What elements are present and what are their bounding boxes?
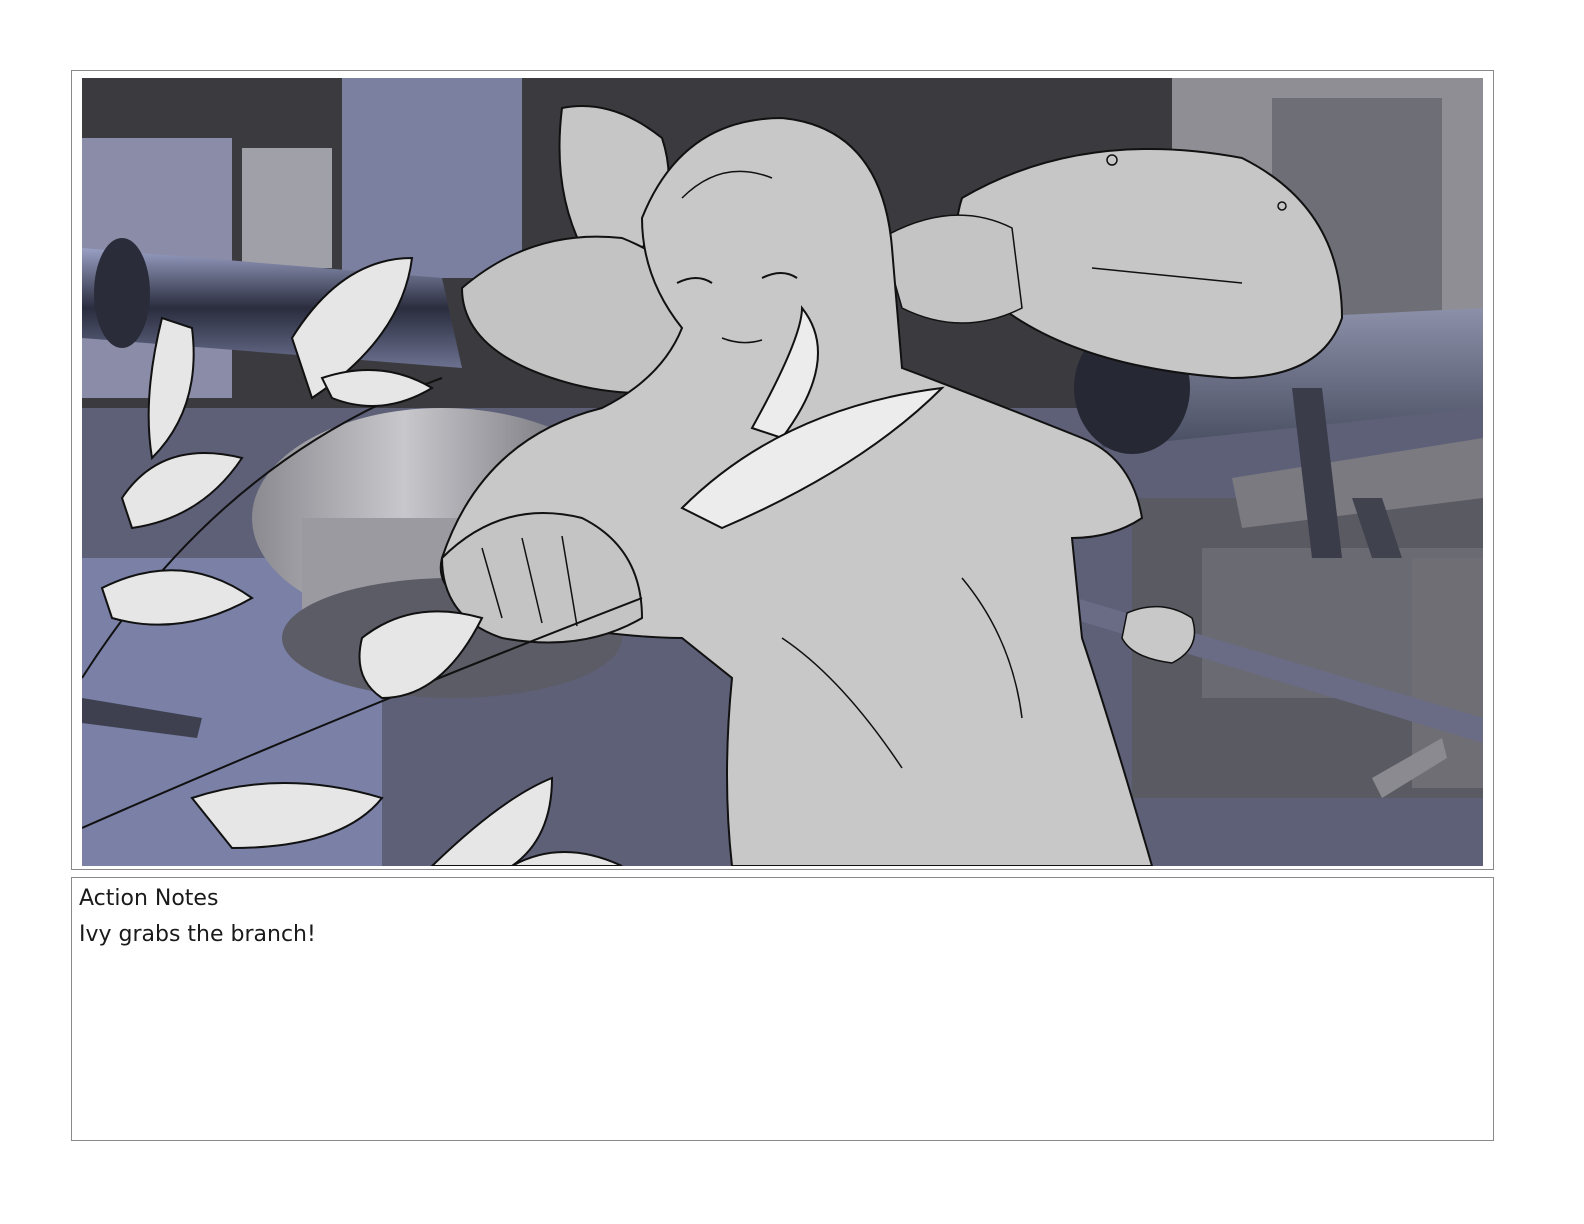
- action-notes-text: Ivy grabs the branch!: [79, 922, 316, 947]
- storyboard-sketch: [82, 78, 1483, 866]
- storyboard-panel-image: [82, 78, 1483, 866]
- action-notes-box: Action Notes Ivy grabs the branch!: [71, 877, 1494, 1141]
- action-notes-title: Action Notes: [79, 886, 219, 911]
